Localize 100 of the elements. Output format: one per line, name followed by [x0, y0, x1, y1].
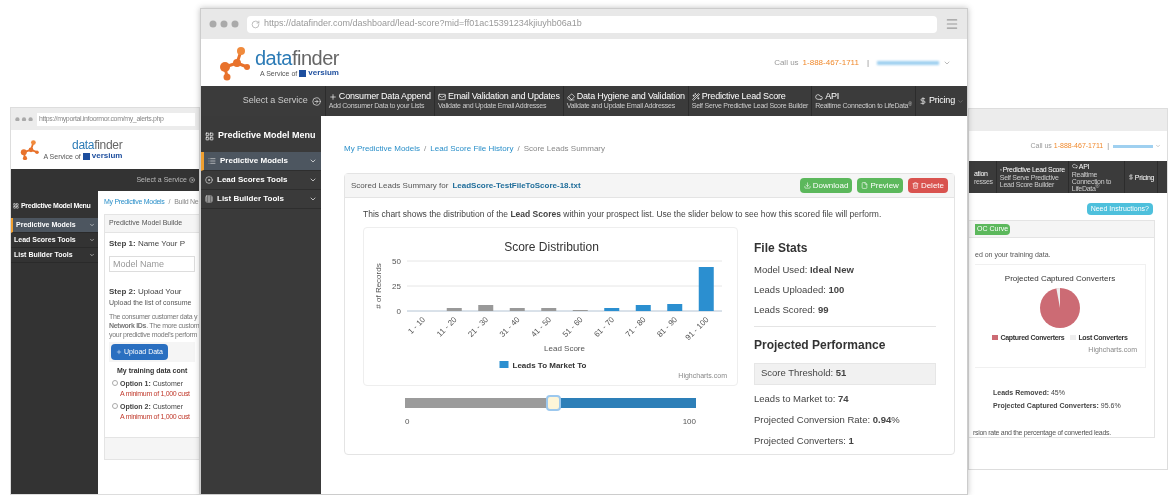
- y-axis-tick: 25: [392, 281, 401, 291]
- grid-icon: [13, 203, 19, 209]
- x-axis-tick: 81 - 90: [655, 314, 680, 339]
- logo-wordmark: datafinder: [255, 48, 339, 68]
- performance-stat: Projected Converters: 1: [754, 434, 855, 448]
- x-axis-tick: 61 - 70: [592, 314, 617, 339]
- chevron-icon: [309, 157, 317, 165]
- chevron-icon: [89, 252, 95, 258]
- versium-logo-icon: [82, 152, 90, 160]
- chevron-icon: [89, 222, 95, 228]
- file-name-link[interactable]: LeadScore-TestFileToScore-18.txt: [452, 179, 581, 192]
- model-name-field[interactable]: Model Name: [109, 255, 195, 272]
- step-heading: Step 2: Upload Your: [109, 285, 183, 298]
- disc-icon: [205, 176, 213, 184]
- slider-thumb[interactable]: [546, 394, 562, 411]
- y-axis-tick: 0: [396, 306, 401, 316]
- molecule-logo-icon: [217, 44, 251, 81]
- breadcrumb-link[interactable]: Lead Score File History: [430, 142, 514, 155]
- chart-bar: [541, 307, 557, 311]
- performance-heading: Projected Performance: [754, 336, 887, 354]
- file-stat: Leads Scored: 99: [754, 303, 830, 318]
- file-stats-heading: File Stats: [754, 239, 809, 257]
- breadcrumb-separator: /: [517, 142, 520, 155]
- caret-icon: [957, 97, 964, 105]
- y-axis-label: # of Records: [374, 263, 383, 309]
- chart-bar: [698, 266, 714, 311]
- x-axis-tick: 1 - 10: [406, 314, 428, 336]
- chart-bar: [667, 303, 683, 311]
- chart-bar: [478, 304, 494, 311]
- logo-brand: versium: [91, 152, 123, 160]
- window-controls-icon: [209, 20, 239, 28]
- chart-bar: [446, 307, 462, 311]
- step-heading: Step 1: Name Your P: [109, 237, 187, 250]
- x-axis-tick: 31 - 40: [497, 314, 522, 339]
- radio-button[interactable]: [112, 402, 118, 409]
- document-icon: [861, 182, 869, 189]
- select-service-label: Select a Service: [242, 94, 308, 108]
- envelope-icon: [437, 92, 446, 101]
- chart-bar: [604, 307, 620, 311]
- performance-stat: Projected Conversion Rate: 0.94%: [754, 412, 901, 427]
- grid-icon: [205, 131, 214, 141]
- radio-button[interactable]: [112, 379, 118, 386]
- pie-chart-title: Projected Captured Converters: [1004, 272, 1116, 285]
- download-icon: [803, 182, 811, 189]
- chevron-icon: [89, 237, 95, 243]
- slider-max-label: 100: [682, 415, 696, 428]
- x-axis-tick: 11 - 20: [435, 314, 459, 339]
- logo-brand: versium: [308, 69, 339, 77]
- blurred-email[interactable]: [877, 60, 939, 65]
- file-stat: Model Used: Ideal New: [754, 262, 855, 277]
- url-text: https://datafinder.com/dashboard/lead-score?mid=ff01ac15391234kjiuyhb06a1b: [264, 17, 582, 31]
- eraser-icon: [566, 92, 575, 101]
- chart-title: Score Distribution: [504, 239, 599, 254]
- chart-description: This chart shows the distribution of the Lead Scores within your prospect list. Use the slider below to see how this scored file will perform.: [363, 208, 883, 221]
- x-axis-label: Lead Score: [544, 343, 585, 353]
- phone-number: 1-888-467-1711: [802, 56, 859, 69]
- chart-bar: [635, 304, 651, 311]
- breadcrumb-link[interactable]: My Predictive Models: [344, 142, 421, 155]
- chart-legend-item: Leads To Market To: [499, 360, 587, 370]
- molecule-logo-icon: [19, 138, 40, 161]
- breadcrumb-separator: /: [424, 142, 427, 155]
- caret-icon: [1155, 143, 1161, 149]
- dollar-icon: [1127, 174, 1134, 180]
- menu-icon[interactable]: [945, 17, 959, 31]
- list-icon: [208, 157, 216, 165]
- blurred-email[interactable]: [1113, 144, 1153, 148]
- dollar-icon: [918, 97, 927, 105]
- table-icon: [205, 195, 213, 203]
- x-axis-tick: 71 - 80: [623, 314, 648, 339]
- x-axis-tick: 21 - 30: [466, 314, 491, 339]
- trash-icon: [911, 182, 919, 189]
- breadcrumb-current: Score Leads Summary: [523, 142, 606, 155]
- window-controls-icon: [15, 116, 33, 122]
- x-axis-tick: 51 - 60: [560, 314, 585, 339]
- cloud-icon: [815, 92, 824, 101]
- header-separator: |: [866, 56, 869, 69]
- chart-bar: [509, 307, 525, 311]
- cloud-icon: [1071, 163, 1078, 169]
- delete-button[interactable]: Delete: [907, 178, 948, 193]
- file-stat: Leads Uploaded: 100: [754, 283, 846, 297]
- arrow-circle-icon: [189, 177, 195, 183]
- sidebar-title: Predictive Model Menu: [218, 129, 316, 143]
- chevron-icon: [309, 176, 317, 184]
- performance-stat: Leads to Market to: 74: [754, 391, 850, 406]
- pie-chart-drawing: [1040, 287, 1080, 328]
- sidebar-item[interactable]: Lead Scores Tools: [201, 171, 321, 190]
- chevron-icon: [309, 195, 317, 203]
- slider-track[interactable]: [405, 397, 696, 408]
- x-axis-tick: 41 - 50: [529, 314, 554, 339]
- service-nav-item[interactable]: Pricing: [914, 86, 967, 116]
- call-label: Call us: [774, 56, 799, 69]
- sidebar-item[interactable]: List Builder Tools: [201, 190, 321, 209]
- plus-icon: [116, 349, 122, 355]
- score-threshold: Score Threshold: 51: [761, 366, 847, 381]
- plus-icon: [328, 92, 337, 101]
- sidebar-item[interactable]: Predictive Models: [201, 152, 321, 171]
- arrow-circle-icon: [311, 96, 321, 106]
- logo-wordmark: datafinder: [72, 139, 123, 151]
- y-axis-tick: 50: [392, 256, 401, 266]
- reload-icon[interactable]: [251, 19, 260, 29]
